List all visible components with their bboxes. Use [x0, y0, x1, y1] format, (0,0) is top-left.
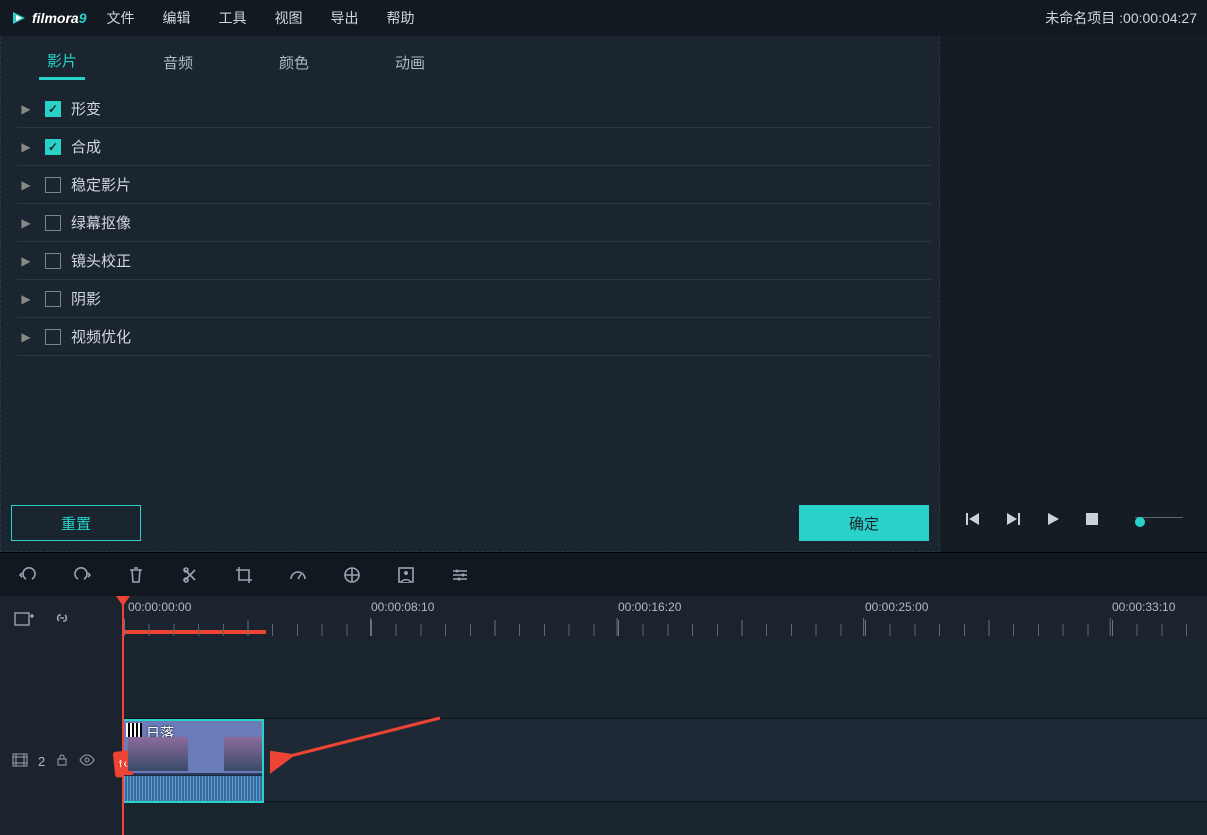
chevron-right-icon[interactable]: ▶	[17, 292, 35, 306]
track-index: 2	[38, 754, 45, 769]
time-label: 00:00:08:10	[371, 600, 434, 614]
step-forward-icon[interactable]	[1005, 511, 1021, 532]
logo-icon	[10, 9, 28, 27]
greenscreen-icon[interactable]	[396, 565, 416, 585]
adjust-icon[interactable]	[450, 565, 470, 585]
effects-panel: 影片 音频 颜色 动画 ▶ 形变 ▶ 合成 ▶ 稳定影片 ▶	[0, 36, 940, 552]
time-label: 00:00:00:00	[128, 600, 191, 614]
redo-icon[interactable]	[72, 565, 92, 585]
play-icon[interactable]	[1045, 511, 1061, 532]
video-track-row[interactable]: 2 fx 日落	[122, 718, 1207, 802]
project-info: 未命名项目 :00:00:04:27	[1045, 8, 1197, 28]
chevron-right-icon[interactable]: ▶	[17, 330, 35, 344]
clip-thumbnail	[224, 737, 262, 771]
effect-row-transform: ▶ 形变	[17, 90, 931, 128]
checkbox-composite[interactable]	[45, 139, 61, 155]
preview-panel	[940, 36, 1207, 552]
lock-icon[interactable]	[55, 753, 69, 770]
timeline-header: 00:00:00:00 00:00:08:10 00:00:16:20 00:0…	[0, 596, 1207, 642]
volume-slider-thumb[interactable]	[1135, 517, 1145, 527]
track-area[interactable]: 2 fx 日落	[122, 642, 1207, 835]
mid-ticks	[124, 620, 1207, 636]
effect-list: ▶ 形变 ▶ 合成 ▶ 稳定影片 ▶ 绿幕抠像 ▶ 镜	[9, 80, 931, 499]
trash-icon[interactable]	[126, 565, 146, 585]
add-track-icon[interactable]	[14, 609, 34, 629]
chevron-right-icon[interactable]: ▶	[17, 178, 35, 192]
chevron-right-icon[interactable]: ▶	[17, 140, 35, 154]
chevron-right-icon[interactable]: ▶	[17, 102, 35, 116]
checkbox-transform[interactable]	[45, 101, 61, 117]
logo-text: filmora9	[32, 10, 86, 26]
app-logo: filmora9	[10, 9, 86, 27]
chevron-right-icon[interactable]: ▶	[17, 254, 35, 268]
checkbox-shadow[interactable]	[45, 291, 61, 307]
effect-row-lensfix: ▶ 镜头校正	[17, 242, 931, 280]
checkbox-lensfix[interactable]	[45, 253, 61, 269]
timeline-toolbar	[0, 552, 1207, 596]
menu-bar: filmora9 文件 编辑 工具 视图 导出 帮助 未命名项目 :00:00:…	[0, 0, 1207, 36]
effect-label: 镜头校正	[71, 250, 131, 271]
link-icon[interactable]	[52, 609, 72, 629]
time-label: 00:00:33:10	[1112, 600, 1175, 614]
effect-row-stabilize: ▶ 稳定影片	[17, 166, 931, 204]
reset-button[interactable]: 重置	[11, 505, 141, 541]
crop-icon[interactable]	[234, 565, 254, 585]
effect-row-greenscreen: ▶ 绿幕抠像	[17, 204, 931, 242]
timeline-tracks: 2 fx 日落	[0, 642, 1207, 835]
menu-help[interactable]: 帮助	[386, 8, 414, 28]
effect-label: 阴影	[71, 288, 101, 309]
effect-label: 绿幕抠像	[71, 212, 131, 233]
playhead[interactable]	[122, 596, 124, 835]
stop-icon[interactable]	[1085, 512, 1099, 531]
time-label: 00:00:25:00	[865, 600, 928, 614]
effect-label: 视频优化	[71, 326, 131, 347]
time-label: 00:00:16:20	[618, 600, 681, 614]
tab-animation[interactable]: 动画	[387, 46, 433, 79]
effect-row-shadow: ▶ 阴影	[17, 280, 931, 318]
menu-export[interactable]: 导出	[330, 8, 358, 28]
tab-color[interactable]: 颜色	[271, 46, 317, 79]
clip-waveform	[124, 775, 262, 801]
menu-items: 文件 编辑 工具 视图 导出 帮助	[106, 8, 414, 28]
main-area: 影片 音频 颜色 动画 ▶ 形变 ▶ 合成 ▶ 稳定影片 ▶	[0, 36, 1207, 552]
video-clip[interactable]: fx 日落	[122, 719, 264, 803]
scissors-icon[interactable]	[180, 565, 200, 585]
checkbox-stabilize[interactable]	[45, 177, 61, 193]
effect-label: 形变	[71, 98, 101, 119]
menu-tools[interactable]: 工具	[218, 8, 246, 28]
effect-row-composite: ▶ 合成	[17, 128, 931, 166]
speed-icon[interactable]	[288, 565, 308, 585]
effect-label: 稳定影片	[71, 174, 131, 195]
effect-label: 合成	[71, 136, 101, 157]
panel-buttons: 重置 确定	[9, 499, 931, 543]
tab-video[interactable]: 影片	[39, 44, 85, 80]
checkbox-greenscreen[interactable]	[45, 215, 61, 231]
menu-file[interactable]: 文件	[106, 8, 134, 28]
clip-filmstrip-icon	[126, 723, 142, 737]
preview-controls	[940, 511, 1207, 532]
step-back-icon[interactable]	[965, 511, 981, 532]
color-icon[interactable]	[342, 565, 362, 585]
undo-icon[interactable]	[18, 565, 38, 585]
effect-row-video-optimize: ▶ 视频优化	[17, 318, 931, 356]
clip-thumbnail	[128, 737, 188, 771]
timeline-left-controls	[0, 609, 122, 629]
panel-tabs: 影片 音频 颜色 动画	[9, 44, 931, 80]
filmstrip-icon	[12, 753, 28, 770]
eye-icon[interactable]	[79, 753, 95, 770]
menu-edit[interactable]: 编辑	[162, 8, 190, 28]
chevron-right-icon[interactable]: ▶	[17, 216, 35, 230]
timeline-ruler[interactable]: 00:00:00:00 00:00:08:10 00:00:16:20 00:0…	[122, 596, 1207, 642]
ok-button[interactable]: 确定	[799, 505, 929, 541]
tab-audio[interactable]: 音频	[155, 46, 201, 79]
menu-view[interactable]: 视图	[274, 8, 302, 28]
checkbox-video-optimize[interactable]	[45, 329, 61, 345]
track-header: 2	[0, 719, 122, 803]
